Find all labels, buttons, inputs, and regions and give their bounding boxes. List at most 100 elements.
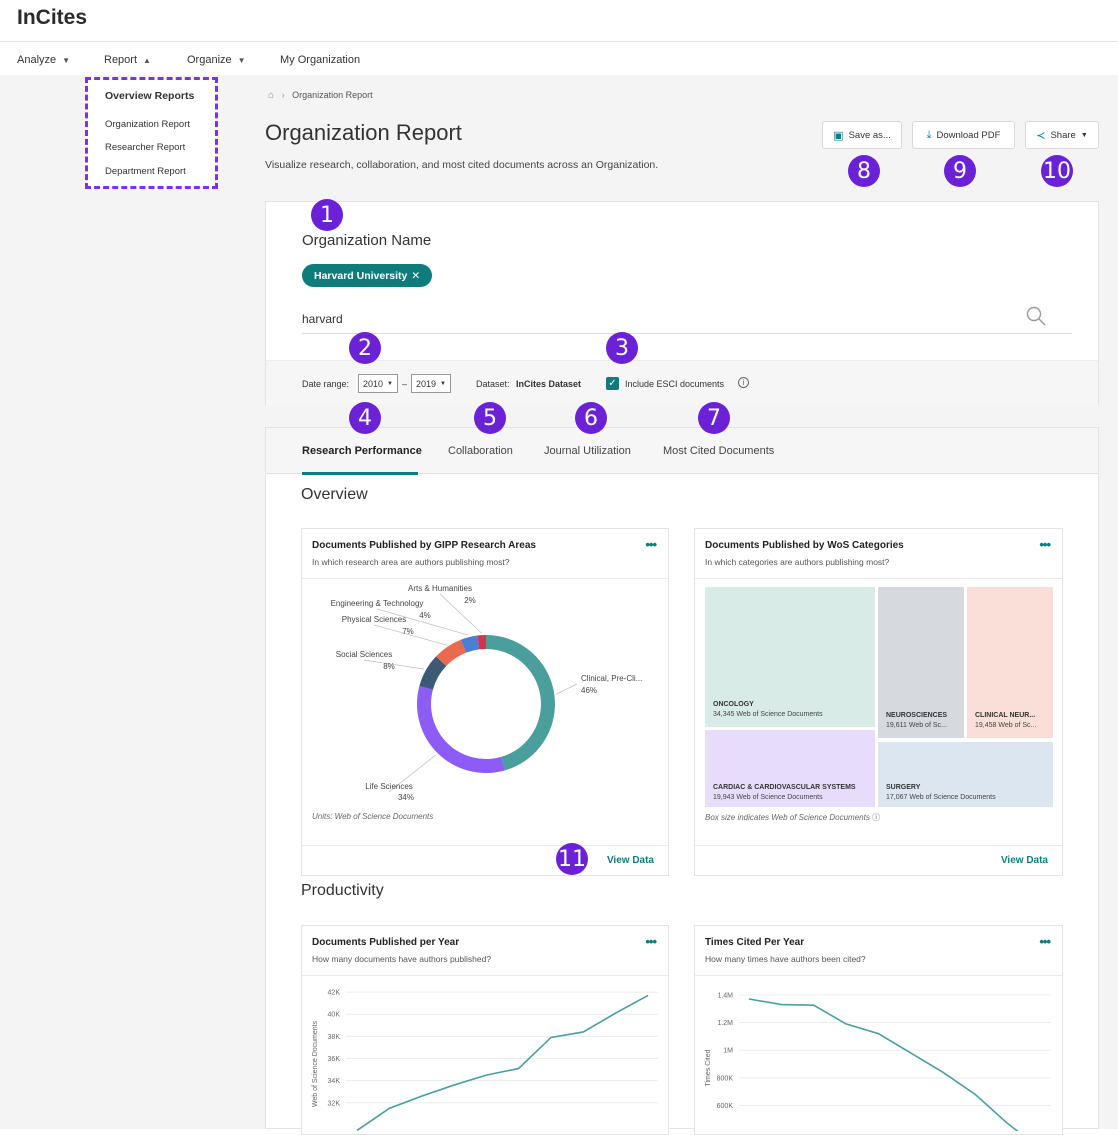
slice-percent-label: 8% [383,662,395,671]
caret-down-icon: ▼ [62,56,71,65]
info-icon[interactable]: i [738,377,749,388]
more-options-icon[interactable]: ••• [645,934,657,949]
treemap-cell-neurosciences[interactable]: NEUROSCIENCES 19,611 Web of Sc... [878,587,964,738]
nav-organize-label: Organize [187,54,232,66]
wos-box-size-note-text: Box size indicates Web of Science Docume… [705,813,870,822]
download-pdf-button[interactable]: ⤓ Download PDF [912,121,1015,149]
menu-item-overview-reports[interactable]: Overview Reports [105,90,194,102]
nav-report[interactable]: Report ▲ [104,54,151,66]
wos-panel: Documents Published by WoS Categories In… [694,528,1063,876]
y-axis-label: Web of Science Documents [312,1020,319,1107]
slice-percent-label: 7% [402,627,414,636]
share-icon: ≺ [1036,129,1046,142]
tab-collaboration[interactable]: Collaboration [448,445,513,457]
date-to-value: 2019 [416,378,437,389]
y-tick-label: 1.4M [717,992,733,999]
caret-down-icon: ▼ [1080,131,1088,139]
nav-analyze[interactable]: Analyze ▼ [17,54,70,66]
more-options-icon[interactable]: ••• [645,537,657,552]
wos-panel-subtitle: In which categories are authors publishi… [705,557,890,567]
y-tick-label: 600K [717,1103,734,1110]
home-icon[interactable]: ⌂ [268,90,274,101]
tab-most-cited-documents[interactable]: Most Cited Documents [663,445,774,457]
selected-organization-chip[interactable]: Harvard University ✕ [302,264,433,287]
times-cited-panel: Times Cited Per Year How many times have… [694,925,1063,1135]
treemap-cell-surgery[interactable]: SURGERY 17,067 Web of Science Documents [878,742,1053,807]
info-icon[interactable]: ⓘ [872,813,880,822]
slice-percent-label: 46% [581,686,597,695]
date-range-label: Date range: [302,379,350,389]
y-tick-label: 38K [328,1034,341,1041]
download-icon: ⤓ [926,128,932,141]
share-label: Share [1050,129,1076,141]
nav-organize[interactable]: Organize ▼ [187,54,246,66]
slice-percent-label: 4% [419,611,431,620]
tab-research-performance[interactable]: Research Performance [302,445,422,457]
caret-down-icon: ▼ [237,56,246,65]
wos-panel-title: Documents Published by WoS Categories [705,540,904,551]
callout-badge-8: 8 [848,155,880,187]
callout-badge-5: 5 [474,402,506,434]
y-tick-label: 1M [723,1048,733,1055]
treemap-cell-value: 17,067 Web of Science Documents [886,794,996,801]
organization-selector-card: Organization Name Harvard University ✕ h… [265,201,1099,405]
donut-slice[interactable] [486,635,555,771]
report-content-card: Research Performance Collaboration Journ… [265,427,1099,1135]
y-tick-label: 800K [717,1075,734,1082]
menu-item-researcher-report[interactable]: Researcher Report [105,142,185,153]
series-line[interactable] [356,994,649,1131]
filter-row: Date range: 2010 ▼ – 2019 ▼ Dataset: InCit… [266,360,1098,405]
caret-down-icon: ▼ [387,380,393,387]
menu-item-organization-report[interactable]: Organization Report [105,119,190,130]
nav-my-organization[interactable]: My Organization [280,54,360,66]
page-title: Organization Report [265,120,462,145]
donut-slice[interactable] [417,685,506,773]
save-as-button[interactable]: ▣ Save as... [822,121,902,149]
gipp-panel-subtitle: In which research area are authors publi… [312,557,510,567]
close-icon[interactable]: ✕ [411,270,420,282]
date-to-select[interactable]: 2019 ▼ [411,374,451,393]
more-options-icon[interactable]: ••• [1039,537,1051,552]
treemap-cell-value: 19,943 Web of Science Documents [713,794,823,801]
chip-label: Harvard University [314,269,408,282]
app-logo[interactable]: InCites [17,6,87,30]
y-tick-label: 42K [328,990,341,997]
callout-badge-2: 2 [349,332,381,364]
treemap-cell-oncology[interactable]: ONCOLOGY 34,345 Web of Science Documents [705,587,875,727]
gipp-units-note: Units: Web of Science Documents [312,812,434,821]
overview-heading: Overview [301,486,368,503]
panel-divider [302,578,668,579]
date-from-select[interactable]: 2010 ▼ [358,374,398,393]
treemap-cell-clinical-neurology[interactable]: CLINICAL NEUR... 19,458 Web of Sc... [967,587,1053,738]
gipp-donut-chart: Clinical, Pre-Cli... 46% Life Sciences 34% S… [331,584,643,802]
caret-down-icon: ▼ [440,380,446,387]
callout-badge-7: 7 [698,402,730,434]
page-subtitle: Visualize research, collaboration, and m… [265,159,659,171]
docs-per-year-line-chart: 42K 40K 38K 36K 34K 32K Web of Science Documen… [312,990,658,1131]
series-line[interactable] [748,998,1040,1131]
y-tick-label: 1.2M [717,1020,733,1027]
treemap-cell-label: CLINICAL NEUR... [975,712,1036,719]
wos-view-data-link[interactable]: View Data [1001,855,1048,866]
search-icon[interactable] [1026,306,1046,326]
y-tick-label: 36K [328,1056,341,1063]
organization-search-input[interactable]: harvard [302,312,343,326]
slice-percent-label: 2% [464,596,476,605]
callout-badge-4: 4 [349,402,381,434]
menu-item-department-report[interactable]: Department Report [105,166,186,177]
share-button[interactable]: ≺ Share ▼ [1025,121,1099,149]
date-from-value: 2010 [363,378,384,389]
times-cited-subtitle: How many times have authors been cited? [705,954,866,964]
report-tabs: Research Performance Collaboration Journ… [266,428,1098,475]
treemap-cell-label: SURGERY [886,784,921,791]
tab-journal-utilization[interactable]: Journal Utilization [544,445,631,457]
nav-report-label: Report [104,54,138,66]
treemap-cell-cardiac[interactable]: CARDIAC & CARDIOVASCULAR SYSTEMS 19,943 … [705,730,875,807]
esci-checkbox[interactable]: ✓ [606,377,619,390]
slice-label: Arts & Humanities [408,584,472,593]
more-options-icon[interactable]: ••• [1039,934,1051,949]
breadcrumb: ⌂ › Organization Report [268,90,373,101]
gipp-view-data-link[interactable]: View Data [607,855,654,866]
slice-label: Life Sciences [365,782,413,791]
y-tick-label: 32K [328,1100,341,1107]
